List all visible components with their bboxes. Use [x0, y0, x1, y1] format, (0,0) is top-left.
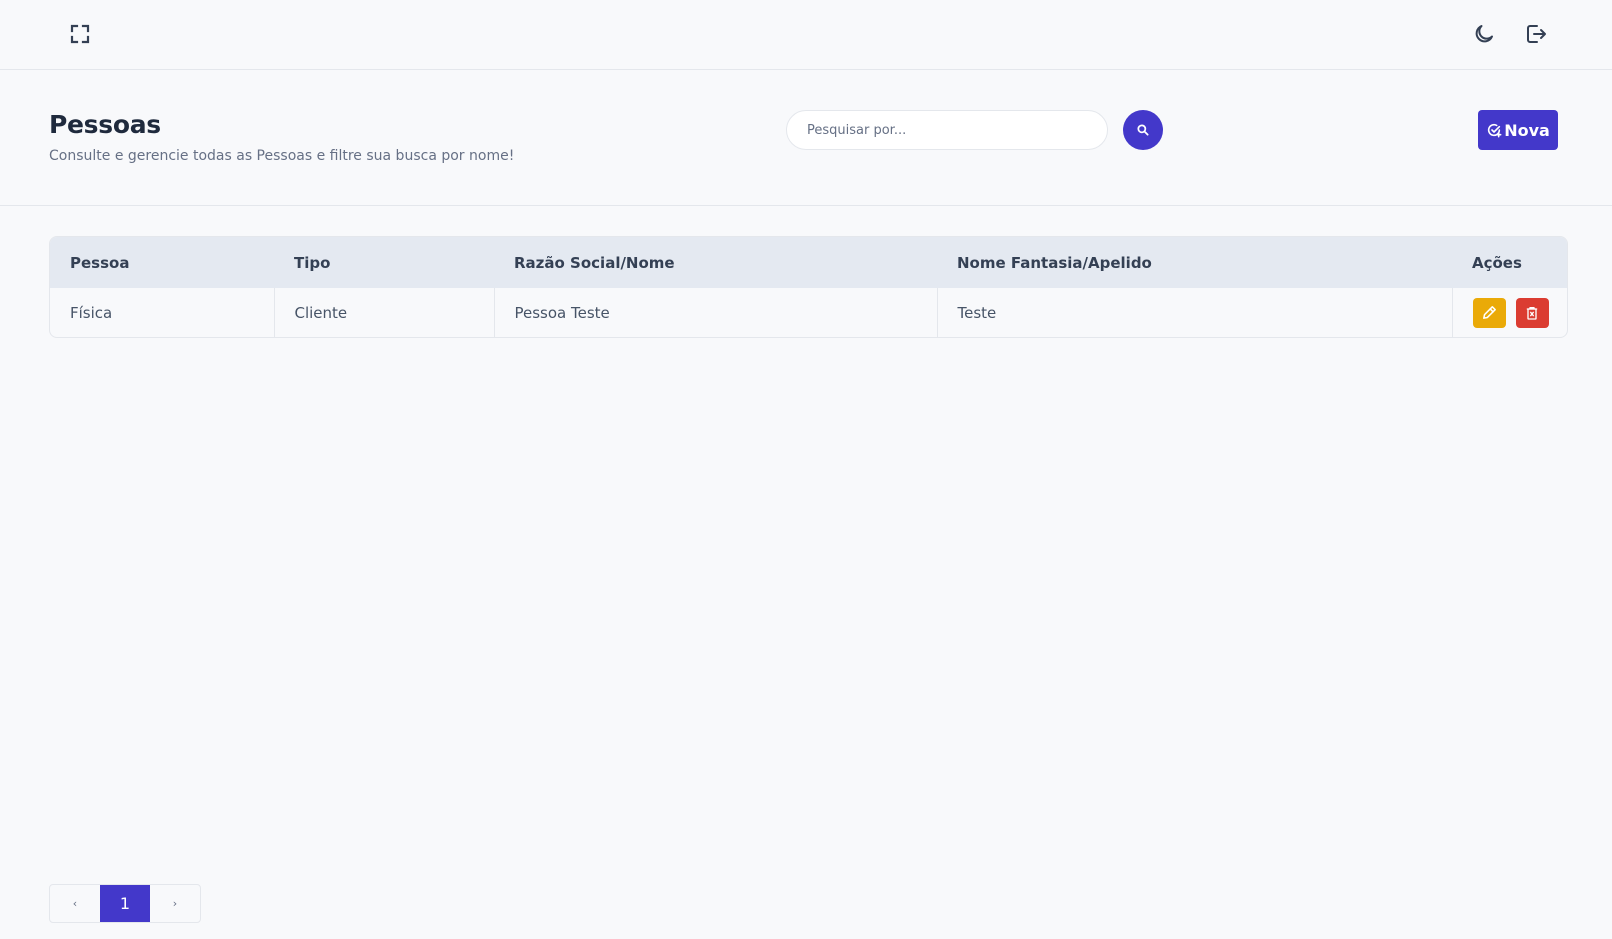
new-person-button[interactable]: Nova: [1478, 110, 1558, 150]
pencil-icon: [1482, 306, 1496, 319]
moon-icon[interactable]: [1468, 18, 1500, 50]
pagination: ‹ 1 ›: [49, 884, 201, 923]
page-title: Pessoas: [49, 110, 161, 139]
column-header-tipo: Tipo: [294, 253, 331, 272]
pagination-next[interactable]: ›: [150, 885, 200, 922]
new-button-label: Nova: [1504, 120, 1550, 140]
trash-icon: [1526, 306, 1538, 320]
table-row: Física Cliente Pessoa Teste Teste: [50, 288, 1567, 337]
column-header-razao-social: Razão Social/Nome: [514, 253, 675, 272]
cell-pessoa: Física: [50, 288, 275, 337]
cell-razao-social: Pessoa Teste: [494, 288, 938, 337]
search-input[interactable]: [786, 110, 1108, 150]
cell-actions: [1452, 288, 1567, 337]
page-subtitle: Consulte e gerencie todas as Pessoas e f…: [49, 148, 515, 164]
search-icon: [1137, 124, 1149, 136]
page-header: Pessoas Consulte e gerencie todas as Pes…: [0, 70, 1612, 206]
pagination-page-1[interactable]: 1: [100, 885, 150, 922]
cell-nome-fantasia: Teste: [937, 288, 1453, 337]
column-header-acoes: Ações: [1472, 253, 1522, 272]
column-header-pessoa: Pessoa: [70, 253, 130, 272]
pagination-prev[interactable]: ‹: [50, 885, 100, 922]
cell-tipo: Cliente: [274, 288, 495, 337]
top-bar: [0, 0, 1612, 70]
edit-button[interactable]: [1472, 297, 1506, 328]
add-user-icon: [1488, 123, 1502, 138]
fullscreen-icon[interactable]: [64, 18, 96, 50]
column-header-nome-fantasia: Nome Fantasia/Apelido: [957, 253, 1152, 272]
people-table: Pessoa Tipo Razão Social/Nome Nome Fanta…: [49, 236, 1568, 338]
delete-button[interactable]: [1515, 297, 1549, 328]
table-header-row: Pessoa Tipo Razão Social/Nome Nome Fanta…: [50, 237, 1567, 288]
logout-icon[interactable]: [1520, 18, 1552, 50]
search-button[interactable]: [1123, 110, 1163, 150]
